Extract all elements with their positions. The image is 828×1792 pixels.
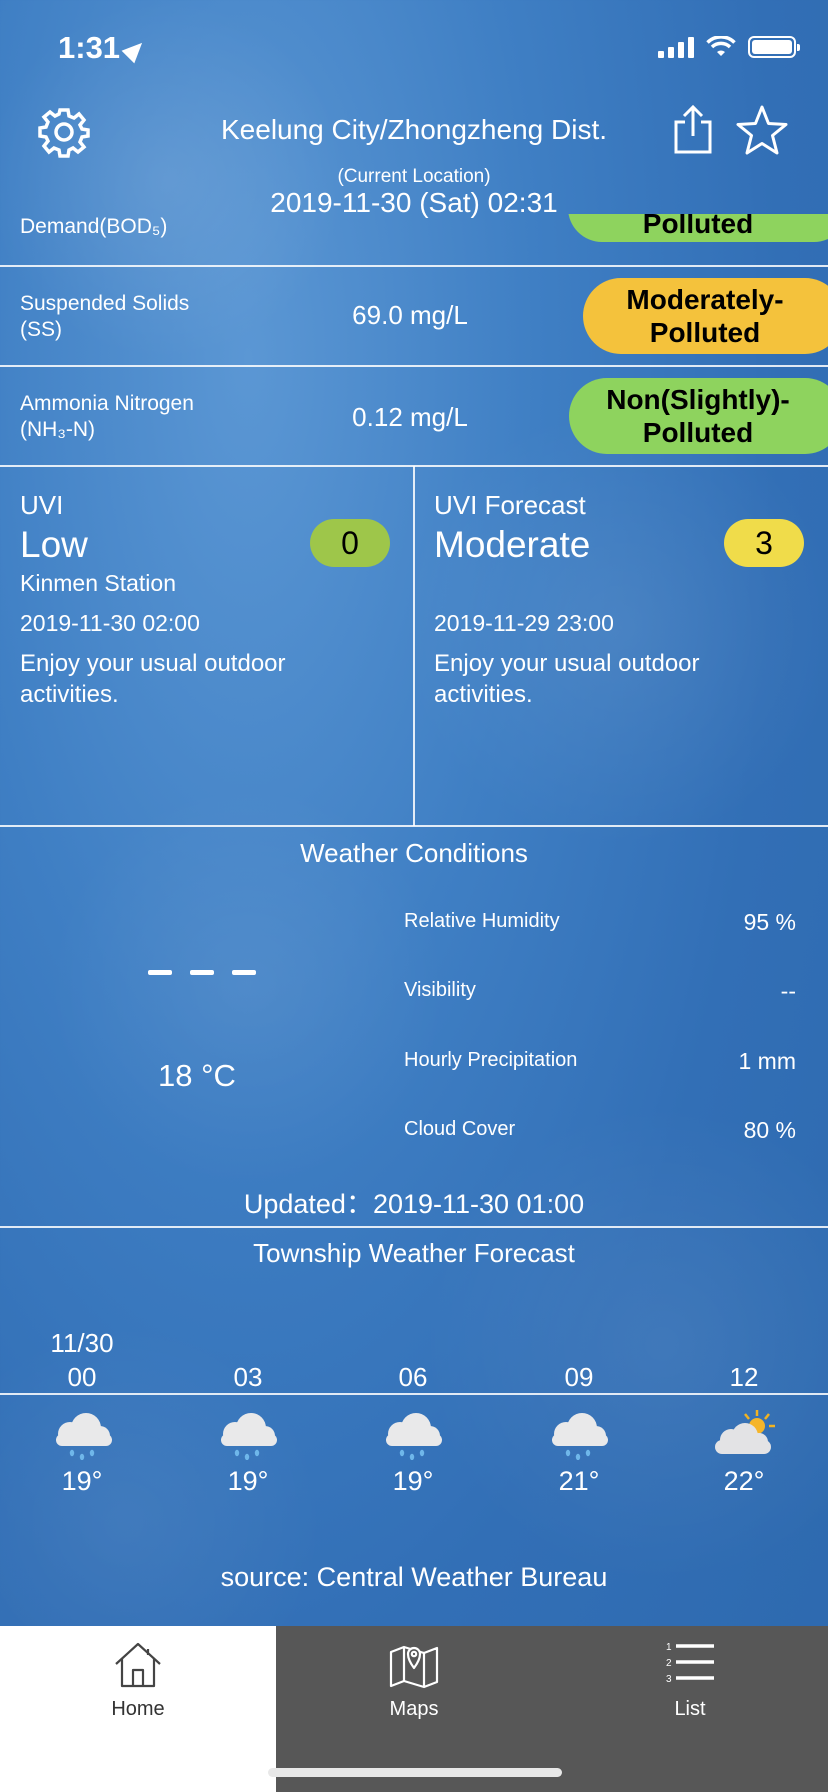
list-icon: 1 2 3: [666, 1642, 714, 1685]
forecast-hour: 06: [398, 1362, 428, 1392]
township-forecast-title: Township Weather Forecast: [253, 1238, 575, 1268]
updated-time: Updated：2019-11-30 01:00: [243, 1189, 585, 1219]
water-quality-value-nh3n: 0.12 mg/L: [352, 402, 468, 432]
svg-text:1: 1: [666, 1642, 672, 1653]
forecast-temp: 19°: [227, 1466, 269, 1496]
forecast-hour: 09: [564, 1362, 594, 1392]
tab-home[interactable]: Home: [0, 1626, 276, 1792]
forecast-date: 11/30: [50, 1328, 114, 1358]
uvi-forecast-label: UVI Forecast: [434, 490, 586, 520]
cloud-sun-icon: [715, 1410, 775, 1454]
condition-value-cloud-cover: 80 %: [743, 1117, 796, 1143]
map-icon: [389, 1645, 439, 1689]
uvi-level: Low: [20, 524, 88, 565]
tab-label: Maps: [389, 1698, 439, 1720]
condition-value-precipitation: 1 mm: [738, 1048, 797, 1074]
uvi-label: UVI: [20, 490, 64, 520]
tab-list[interactable]: 1 2 3 List: [552, 1626, 828, 1792]
tab-label: Home: [111, 1698, 165, 1720]
uvi-index-badge: 0: [310, 519, 390, 567]
data-source: source: Central Weather Bureau: [220, 1562, 608, 1592]
weather-icon-placeholder: [148, 970, 256, 975]
water-quality-status-badge: Polluted: [568, 214, 828, 242]
water-quality-status-badge-nh3n: Non(Slightly)- Polluted: [569, 378, 828, 454]
wifi-icon: [706, 36, 736, 56]
weather-conditions-title: Weather Conditions: [300, 838, 528, 868]
condition-label-precipitation: Hourly Precipitation: [404, 1049, 578, 1071]
water-quality-value-ss: 69.0 mg/L: [352, 300, 468, 330]
water-quality-partial-row: Demand(BOD₅) Polluted: [0, 214, 828, 266]
forecast-temp: 22°: [723, 1466, 765, 1496]
uvi-forecast-index-badge: 3: [724, 519, 804, 567]
svg-text:3: 3: [666, 1674, 672, 1685]
home-icon: [115, 1642, 161, 1688]
divider: [0, 365, 828, 367]
uvi-forecast-time: 2019-11-29 23:00: [434, 610, 614, 636]
cellular-signal-icon: [658, 36, 694, 58]
home-indicator[interactable]: [268, 1768, 562, 1777]
forecast-temp: 19°: [61, 1466, 103, 1496]
condition-value-visibility: --: [780, 978, 796, 1004]
condition-label-humidity: Relative Humidity: [404, 910, 560, 932]
current-location-label: (Current Location): [337, 166, 491, 187]
divider: [0, 825, 828, 827]
favorite-star-icon[interactable]: [734, 104, 790, 158]
condition-value-humidity: 95 %: [743, 909, 796, 935]
uvi-forecast-advice: Enjoy your usual outdoor activities.: [434, 650, 700, 708]
water-quality-name: Demand(BOD₅): [20, 215, 168, 238]
rain-cloud-icon: [552, 1413, 608, 1460]
rain-cloud-icon: [221, 1413, 277, 1460]
location-arrow-icon: [121, 36, 149, 64]
condition-label-cloud-cover: Cloud Cover: [404, 1118, 516, 1140]
forecast-hour: 00: [67, 1362, 97, 1392]
water-quality-name-nh3n: Ammonia Nitrogen (NH₃-N): [20, 392, 194, 441]
water-quality-status-badge-ss: Moderately- Polluted: [583, 278, 828, 354]
divider: [0, 265, 828, 267]
water-quality-name-ss: Suspended Solids (SS): [20, 292, 190, 341]
status-time: 1:31: [58, 30, 149, 66]
temperature: 18 °C: [158, 1058, 236, 1093]
condition-label-visibility: Visibility: [404, 979, 476, 1001]
divider: [413, 466, 415, 826]
forecast-temp: 21°: [558, 1466, 600, 1496]
cloud-background: [0, 0, 828, 1792]
forecast-temp: 19°: [392, 1466, 434, 1496]
uvi-time: 2019-11-30 02:00: [20, 610, 200, 636]
uvi-advice: Enjoy your usual outdoor activities.: [20, 650, 286, 708]
forecast-hour: 12: [729, 1362, 759, 1392]
uvi-station: Kinmen Station: [20, 570, 176, 596]
tab-label: List: [674, 1698, 706, 1720]
share-icon[interactable]: [670, 104, 716, 156]
divider: [0, 1226, 828, 1228]
rain-cloud-icon: [386, 1413, 442, 1460]
divider: [0, 1393, 828, 1395]
status-icons: [658, 36, 800, 58]
battery-icon: [748, 36, 800, 58]
rain-cloud-icon: [56, 1413, 112, 1460]
forecast-hour: 03: [233, 1362, 263, 1392]
uvi-forecast-level: Moderate: [434, 524, 591, 565]
svg-text:2: 2: [666, 1658, 672, 1669]
